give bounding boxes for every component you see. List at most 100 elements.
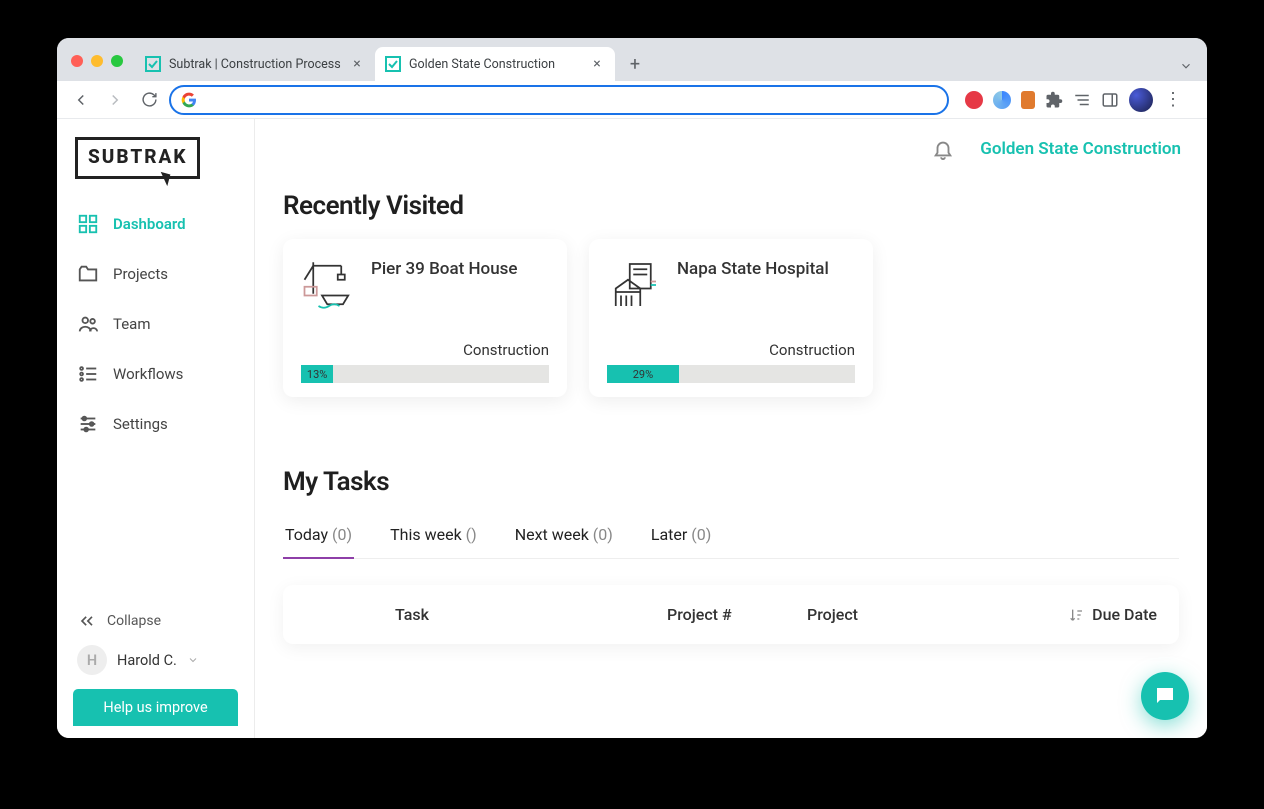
my-tasks-heading: My Tasks — [283, 467, 1179, 497]
column-due-date[interactable]: Due Date — [1007, 605, 1157, 624]
project-progress-fill: 29% — [607, 365, 679, 383]
user-name-label: Harold C. — [117, 652, 177, 669]
project-card-status: Construction — [607, 341, 855, 359]
sidebar-bottom: Collapse H Harold C. Help us improve — [57, 603, 254, 738]
browser-toolbar: ⋮ — [57, 81, 1207, 119]
extension-icon[interactable] — [1021, 91, 1035, 109]
close-tab-icon[interactable]: × — [349, 56, 365, 72]
task-tab-label: This week — [390, 525, 462, 544]
notifications-bell-icon[interactable] — [932, 138, 954, 160]
topbar: Golden State Construction — [255, 119, 1207, 179]
task-table-header: Task Project # Project Due Date — [283, 585, 1179, 644]
column-project[interactable]: Project — [807, 605, 1007, 624]
project-progress-bar: 29% — [607, 365, 855, 383]
task-tab-label: Later — [651, 525, 687, 544]
extensions-puzzle-icon[interactable] — [1045, 91, 1063, 109]
app-logo[interactable]: SUBTRAK — [75, 137, 236, 179]
sidebar-item-label: Team — [113, 315, 151, 333]
sidebar-item-label: Dashboard — [113, 215, 186, 233]
window-close-icon[interactable] — [71, 55, 83, 67]
browser-tab[interactable]: Subtrak | Construction Process × — [135, 47, 375, 81]
user-menu[interactable]: H Harold C. — [73, 639, 238, 689]
subtrak-favicon-icon — [385, 56, 401, 72]
chat-icon — [1153, 684, 1177, 708]
browser-tab-title: Subtrak | Construction Process — [169, 57, 341, 72]
chevron-down-icon — [187, 654, 199, 666]
building-icon — [607, 257, 663, 313]
task-tab-count: (0) — [332, 525, 352, 544]
crane-boat-icon — [301, 257, 357, 313]
sidebar-item-team[interactable]: Team — [57, 299, 254, 349]
sidebar-item-workflows[interactable]: Workflows — [57, 349, 254, 399]
google-icon — [181, 92, 197, 108]
user-avatar-icon: H — [77, 645, 107, 675]
address-bar[interactable] — [169, 85, 949, 115]
reading-list-icon[interactable] — [1073, 91, 1091, 109]
project-card-title: Napa State Hospital — [677, 259, 829, 279]
decorative-dots — [289, 417, 539, 447]
browser-menu-icon[interactable]: ⋮ — [1163, 89, 1183, 110]
task-tab-count: (0) — [691, 525, 711, 544]
nav-back-button[interactable] — [67, 86, 95, 114]
window-minimize-icon[interactable] — [91, 55, 103, 67]
app-root: SUBTRAK Dashboard Projects Team Workflo — [57, 119, 1207, 738]
new-tab-button[interactable]: + — [621, 50, 649, 78]
dashboard-icon — [77, 213, 99, 235]
project-cards-row: Pier 39 Boat House Construction 13% — [283, 239, 1179, 397]
collapse-icon — [77, 611, 97, 631]
collapse-sidebar-button[interactable]: Collapse — [73, 603, 238, 639]
company-link[interactable]: Golden State Construction — [980, 139, 1181, 159]
list-icon — [77, 363, 99, 385]
browser-tab-strip: Subtrak | Construction Process × Golden … — [57, 38, 1207, 81]
sidebar-nav-list: Dashboard Projects Team Workflows Settin… — [57, 199, 254, 449]
task-tab-later[interactable]: Later (0) — [649, 515, 713, 558]
sidebar-item-projects[interactable]: Projects — [57, 249, 254, 299]
tab-overflow-icon[interactable] — [1179, 59, 1193, 73]
project-card[interactable]: Pier 39 Boat House Construction 13% — [283, 239, 567, 397]
task-tab-this-week[interactable]: This week () — [388, 515, 479, 558]
intercom-launcher[interactable] — [1141, 672, 1189, 720]
sidebar-item-label: Workflows — [113, 365, 183, 383]
extension-icon[interactable] — [965, 91, 983, 109]
sort-icon — [1068, 607, 1084, 623]
project-card-title: Pier 39 Boat House — [371, 259, 518, 279]
sidebar-item-label: Projects — [113, 265, 168, 283]
task-tab-label: Today — [285, 525, 328, 544]
task-tab-today[interactable]: Today (0) — [283, 515, 354, 558]
column-project-num[interactable]: Project # — [667, 605, 807, 624]
help-improve-button[interactable]: Help us improve — [73, 689, 238, 726]
extension-icons: ⋮ — [965, 88, 1183, 112]
browser-tab-active[interactable]: Golden State Construction × — [375, 47, 615, 81]
window-maximize-icon[interactable] — [111, 55, 123, 67]
column-task[interactable]: Task — [395, 605, 667, 624]
sidebar-item-dashboard[interactable]: Dashboard — [57, 199, 254, 249]
team-icon — [77, 313, 99, 335]
sidebar: SUBTRAK Dashboard Projects Team Workflo — [57, 119, 255, 738]
browser-tab-title: Golden State Construction — [409, 57, 581, 72]
extension-icon[interactable] — [993, 91, 1011, 109]
folder-icon — [77, 263, 99, 285]
app-logo-text: SUBTRAK — [75, 137, 200, 179]
sidebar-item-settings[interactable]: Settings — [57, 399, 254, 449]
task-tab-count: (0) — [593, 525, 613, 544]
browser-window: Subtrak | Construction Process × Golden … — [57, 38, 1207, 738]
main-content: Golden State Construction Recently Visit… — [255, 119, 1207, 738]
recently-visited-heading: Recently Visited — [283, 191, 1179, 221]
task-tabs: Today (0) This week () Next week (0) L — [283, 515, 1179, 559]
window-controls — [71, 55, 123, 67]
task-tab-count: () — [466, 525, 477, 544]
collapse-label: Collapse — [107, 613, 161, 629]
column-label: Due Date — [1092, 605, 1157, 624]
sliders-icon — [77, 413, 99, 435]
nav-forward-button[interactable] — [101, 86, 129, 114]
side-panel-icon[interactable] — [1101, 91, 1119, 109]
task-tab-next-week[interactable]: Next week (0) — [513, 515, 615, 558]
task-tab-label: Next week — [515, 525, 589, 544]
nav-reload-button[interactable] — [135, 86, 163, 114]
project-card-status: Construction — [301, 341, 549, 359]
my-tasks-section: My Tasks Today (0) This week () Next wee… — [283, 467, 1179, 644]
profile-avatar[interactable] — [1129, 88, 1153, 112]
close-tab-icon[interactable]: × — [589, 56, 605, 72]
project-card[interactable]: Napa State Hospital Construction 29% — [589, 239, 873, 397]
project-progress-bar: 13% — [301, 365, 549, 383]
